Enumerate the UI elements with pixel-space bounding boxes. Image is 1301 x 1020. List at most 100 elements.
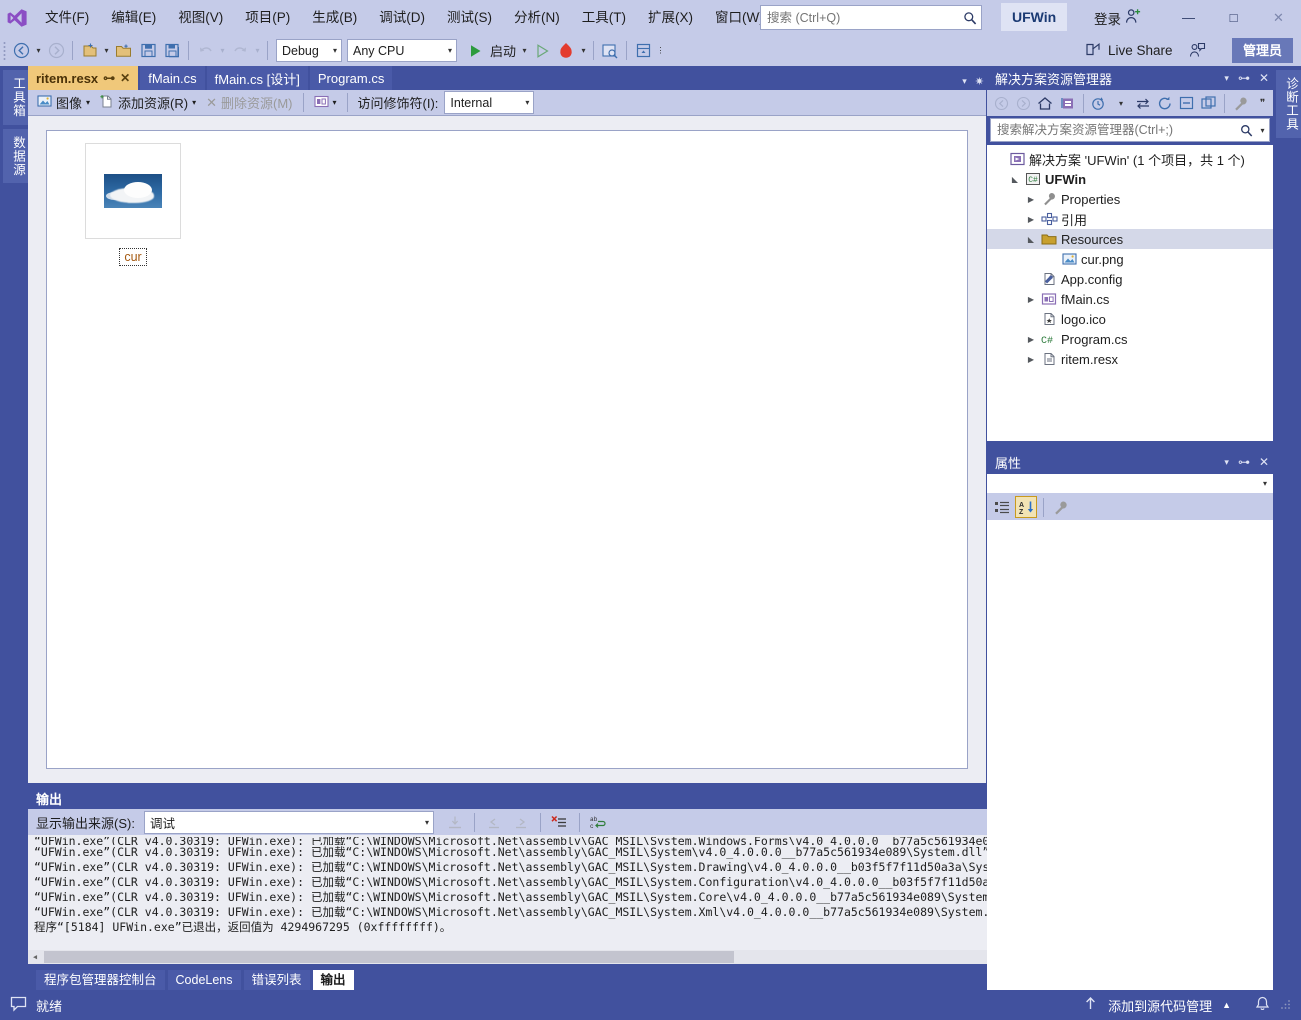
add-account-icon[interactable] <box>1125 8 1142 28</box>
tab-ritem-resx[interactable]: ritem.resx ⊶ ✕ <box>28 66 139 90</box>
navigate-forward-button[interactable] <box>44 38 68 64</box>
pending-changes-filter-button[interactable] <box>1089 92 1110 114</box>
tab-output[interactable]: 输出 <box>312 970 354 990</box>
tree-row-app-config[interactable]: App.config <box>987 269 1273 289</box>
menu-item-analyze[interactable]: 分析(N) <box>503 0 571 35</box>
sign-in-group[interactable]: 登录 <box>1094 0 1142 35</box>
pin-icon[interactable]: ⊶ <box>1238 455 1250 469</box>
scrollbar-thumb[interactable] <box>44 951 734 963</box>
chevron-down-icon[interactable]: ▾ <box>86 98 90 107</box>
resource-view-button[interactable]: 图像 ▾ <box>33 92 94 114</box>
view-style-button[interactable]: ▾ <box>310 92 341 114</box>
categorized-view-button[interactable] <box>991 496 1013 518</box>
search-options-dropdown-icon[interactable]: ▾ <box>1256 126 1269 135</box>
menu-item-test[interactable]: 测试(S) <box>436 0 503 35</box>
dock-tab-diagnostic-tools[interactable]: 诊断工具 <box>1276 70 1301 138</box>
close-icon[interactable]: ✕ <box>1259 71 1269 85</box>
tree-row-references[interactable]: ▶ 引用 <box>987 209 1273 229</box>
navigate-backward-dropdown-icon[interactable]: ▾ <box>33 38 44 64</box>
resource-list-canvas[interactable]: cur <box>46 130 968 769</box>
tree-row-ritem-resx[interactable]: ▶ ritem.resx <box>987 349 1273 369</box>
navigate-backward-button[interactable] <box>9 38 33 64</box>
open-file-button[interactable] <box>112 38 136 64</box>
redo-dropdown-icon[interactable]: ▾ <box>252 38 263 64</box>
document-close-icon[interactable]: ✷ <box>975 75 984 88</box>
notifications-icon[interactable] <box>1255 996 1270 1015</box>
undo-button[interactable] <box>193 38 217 64</box>
pin-icon[interactable]: ⊶ <box>1238 71 1250 85</box>
output-source-select[interactable]: 调试 ▾ <box>143 810 434 834</box>
tree-row-project-ufwin[interactable]: ◣ C# UFWin <box>987 169 1273 189</box>
tree-row-fmain-cs[interactable]: ▶ fMain.cs <box>987 289 1273 309</box>
resource-tile[interactable]: cur <box>85 143 181 266</box>
toolbar-overflow-icon[interactable]: ❞ <box>1252 92 1273 114</box>
tab-fmain-cs-design[interactable]: fMain.cs [设计] <box>206 66 308 90</box>
feedback-icon[interactable] <box>1185 42 1209 59</box>
tree-row-resources[interactable]: ◣ Resources <box>987 229 1273 249</box>
new-project-dropdown-icon[interactable]: ▾ <box>101 38 112 64</box>
scroll-left-icon[interactable]: ◀ <box>28 950 42 964</box>
tab-program-cs[interactable]: Program.cs <box>309 66 393 90</box>
start-dropdown-icon[interactable]: ▾ <box>519 38 530 64</box>
menu-item-edit[interactable]: 编辑(E) <box>100 0 167 35</box>
toolbar-grip[interactable] <box>0 35 9 66</box>
menu-item-project[interactable]: 项目(P) <box>234 0 301 35</box>
start-debug-button[interactable] <box>463 38 487 64</box>
hot-reload-dropdown-icon[interactable]: ▾ <box>578 38 589 64</box>
tree-twisty-collapsed[interactable]: ▶ <box>1023 335 1039 344</box>
chevron-down-icon[interactable]: ▾ <box>1111 92 1132 114</box>
tab-fmain-cs[interactable]: fMain.cs <box>140 66 205 90</box>
save-button[interactable] <box>136 38 160 64</box>
undo-dropdown-icon[interactable]: ▾ <box>217 38 228 64</box>
menu-item-build[interactable]: 生成(B) <box>301 0 368 35</box>
tab-error-list[interactable]: 错误列表 <box>243 970 310 990</box>
chevron-down-icon[interactable]: ▾ <box>333 98 337 107</box>
source-control-dropdown-icon[interactable]: ▲ <box>1222 1000 1231 1010</box>
sync-with-active-document-button[interactable] <box>1132 92 1153 114</box>
tree-twisty-collapsed[interactable]: ▶ <box>1023 355 1039 364</box>
select-startup-item-button[interactable] <box>598 38 622 64</box>
solution-platform-select[interactable]: Any CPU ▾ <box>347 39 457 62</box>
resize-grip-icon[interactable] <box>1280 998 1291 1013</box>
menu-item-tools[interactable]: 工具(T) <box>571 0 637 35</box>
add-to-source-control-label[interactable]: 添加到源代码管理 <box>1108 996 1212 1015</box>
pane-menu-icon[interactable]: ▾ <box>1224 457 1229 468</box>
properties-object-select[interactable]: ▾ <box>987 474 1273 494</box>
new-project-button[interactable] <box>77 38 101 64</box>
minimize-button[interactable]: — <box>1166 0 1211 35</box>
quick-launch-search[interactable] <box>760 5 982 30</box>
tab-codelens[interactable]: CodeLens <box>167 970 241 990</box>
access-modifier-select[interactable]: Internal ▾ <box>444 91 535 114</box>
chevron-down-icon[interactable]: ▾ <box>192 98 196 107</box>
alphabetical-view-button[interactable]: AZ <box>1015 496 1037 518</box>
tree-twisty-expanded[interactable]: ◣ <box>1023 235 1039 244</box>
tree-row-solution[interactable]: 解决方案 'UFWin' (1 个项目，共 1 个) <box>987 149 1273 169</box>
preview-selected-items-button[interactable] <box>631 38 655 64</box>
hot-reload-button[interactable] <box>554 38 578 64</box>
tree-twisty-collapsed[interactable]: ▶ <box>1023 295 1039 304</box>
tree-twisty-expanded[interactable]: ◣ <box>1007 175 1023 184</box>
properties-grid[interactable] <box>987 520 1273 990</box>
toolbar-overflow-icon[interactable]: ⋮ <box>655 38 666 64</box>
source-control-upload-icon[interactable] <box>1083 996 1098 1014</box>
properties-button[interactable] <box>1230 92 1251 114</box>
solution-configuration-select[interactable]: Debug ▾ <box>276 39 342 62</box>
solution-explorer-search[interactable]: ▾ <box>990 118 1270 142</box>
refresh-button[interactable] <box>1154 92 1175 114</box>
resource-name-label[interactable]: cur <box>119 248 147 266</box>
live-share-button[interactable]: Live Share <box>1085 41 1173 60</box>
property-pages-button[interactable] <box>1050 496 1072 518</box>
close-button[interactable]: ✕ <box>1256 0 1301 35</box>
menu-item-extensions[interactable]: 扩展(X) <box>637 0 704 35</box>
collapse-all-button[interactable] <box>1176 92 1197 114</box>
clear-all-button[interactable] <box>548 809 572 835</box>
home-button[interactable] <box>1035 92 1056 114</box>
menu-item-view[interactable]: 视图(V) <box>167 0 234 35</box>
search-input[interactable] <box>761 10 959 25</box>
tree-row-cur-png[interactable]: cur.png <box>987 249 1273 269</box>
pane-menu-icon[interactable]: ▾ <box>1224 73 1229 84</box>
start-without-debug-button[interactable] <box>530 38 554 64</box>
pin-icon[interactable]: ⊶ <box>103 71 115 85</box>
menu-item-file[interactable]: 文件(F) <box>34 0 100 35</box>
close-icon[interactable]: ✕ <box>120 71 130 85</box>
